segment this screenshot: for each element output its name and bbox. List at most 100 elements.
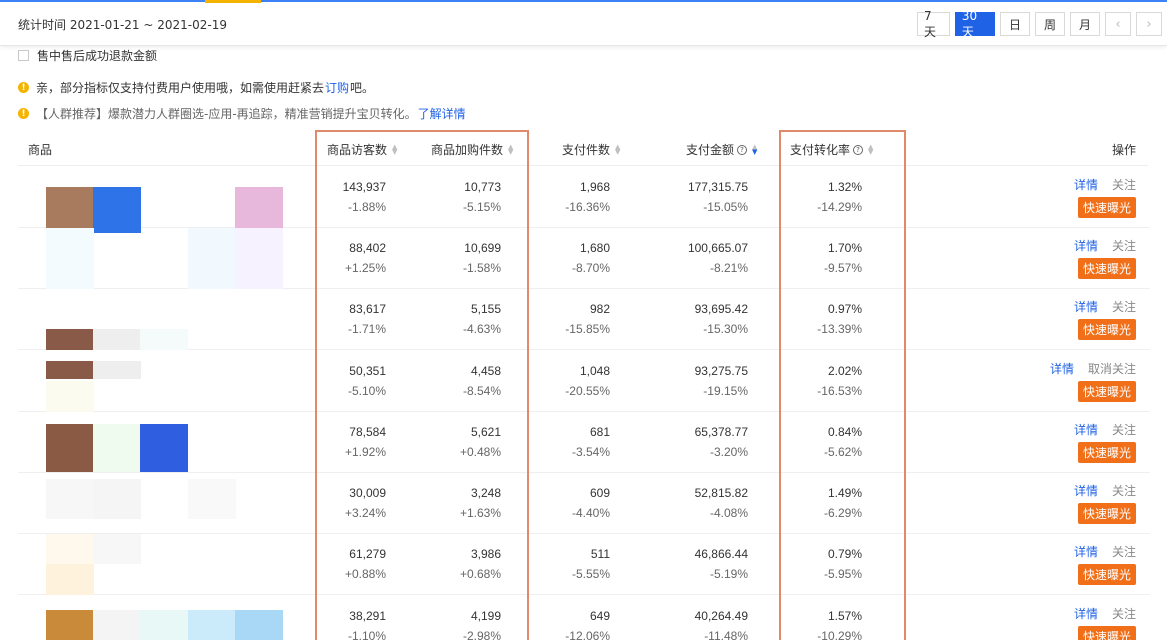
thumbnail-block (46, 564, 94, 595)
follow-link[interactable]: 关注 (1112, 300, 1136, 314)
thumbnail-block (46, 329, 94, 350)
thumbnail-block (235, 187, 283, 233)
col-pay-amount[interactable]: 支付金额? ▲ ▼ (686, 141, 757, 158)
range-day-button[interactable]: 日 (1000, 12, 1030, 36)
pay-items-change: -20.55% (565, 384, 610, 398)
pay-items-change: -8.70% (571, 261, 610, 275)
cart-value: 5,621 (470, 425, 501, 439)
detail-link[interactable]: 详情 (1074, 423, 1098, 437)
thumbnail-block (46, 479, 94, 519)
amount-value: 93,275.75 (694, 364, 748, 378)
detail-link[interactable]: 详情 (1050, 362, 1074, 376)
cart-value: 4,199 (470, 609, 501, 623)
product-thumbnail[interactable] (18, 596, 298, 640)
conversion-change: -6.29% (823, 506, 862, 520)
learn-more-link[interactable]: 了解详情 (418, 105, 466, 122)
quick-exposure-button[interactable]: 快速曝光 (1077, 381, 1136, 402)
follow-link[interactable]: 关注 (1112, 484, 1136, 498)
after-sale-option[interactable]: 售中售后成功退款金额 (18, 46, 157, 64)
notice-suffix: 吧。 (350, 81, 375, 95)
paid-feature-notice: ! 亲，部分指标仅支持付费用户使用哦，如需使用赶紧去 订购 吧。 (18, 79, 374, 96)
product-thumbnail[interactable] (18, 228, 298, 289)
table-row: 30,009 +3.24% 3,248 +1.63% 609 -4.40% 52,815.8… (18, 473, 1150, 534)
sort-icon[interactable]: ▲ ▼ (615, 143, 620, 155)
cart-value: 4,458 (470, 364, 501, 378)
detail-link[interactable]: 详情 (1074, 300, 1098, 314)
pay-items-cell: 1,968 -16.36% (565, 177, 610, 217)
product-thumbnail[interactable] (18, 167, 298, 233)
after-sale-checkbox[interactable] (18, 49, 29, 61)
range-week-button[interactable]: 周 (1035, 12, 1065, 36)
conversion-cell: 1.32% -14.29% (817, 177, 862, 217)
follow-link[interactable]: 关注 (1112, 239, 1136, 253)
amount-change: -3.20% (709, 445, 748, 459)
next-period-button[interactable]: › (1136, 12, 1162, 36)
quick-exposure-button[interactable]: 快速曝光 (1077, 564, 1136, 585)
quick-exposure-button[interactable]: 快速曝光 (1077, 319, 1136, 340)
cart-cell: 5,621 +0.48% (460, 422, 501, 462)
conversion-cell: 0.79% -5.95% (824, 544, 862, 584)
table-row: 50,351 -5.10% 4,458 -8.54% 1,048 -20.55% 93,27… (18, 351, 1150, 412)
detail-link[interactable]: 详情 (1074, 545, 1098, 559)
follow-link[interactable]: 关注 (1112, 545, 1136, 559)
stats-header: 统计时间 2021-01-21 ~ 2021-02-19 7天 30天 日 周 … (0, 2, 1167, 46)
quick-exposure-button[interactable]: 快速曝光 (1077, 197, 1136, 218)
table-row: 143,937 -1.88% 10,773 -5.15% 1,968 -16.36% 177… (18, 167, 1150, 233)
help-icon[interactable]: ? (853, 144, 864, 155)
detail-link[interactable]: 详情 (1074, 178, 1098, 192)
pay-items-change: -4.40% (571, 506, 610, 520)
detail-link[interactable]: 详情 (1074, 484, 1098, 498)
quick-exposure-button[interactable]: 快速曝光 (1077, 258, 1136, 279)
range-month-button[interactable]: 月 (1070, 12, 1100, 36)
cart-cell: 4,458 -8.54% (463, 361, 501, 401)
prev-period-button[interactable]: ‹ (1105, 12, 1131, 36)
sort-icon[interactable]: ▲ ▼ (508, 143, 513, 155)
amount-change: -5.19% (709, 567, 748, 581)
conversion-cell: 1.70% -9.57% (824, 238, 862, 278)
amount-change: -19.15% (703, 384, 748, 398)
pay-items-change: -5.55% (571, 567, 610, 581)
warning-icon: ! (18, 108, 29, 119)
quick-exposure-button[interactable]: 快速曝光 (1077, 626, 1136, 640)
quick-exposure-button[interactable]: 快速曝光 (1077, 503, 1136, 524)
thumbnail-block (46, 228, 94, 289)
follow-link[interactable]: 关注 (1112, 178, 1136, 192)
subscribe-link[interactable]: 订购 (325, 79, 349, 96)
range-7d-button[interactable]: 7天 (917, 9, 950, 39)
product-thumbnail[interactable] (18, 534, 298, 595)
follow-link[interactable]: 关注 (1112, 607, 1136, 621)
detail-link[interactable]: 详情 (1074, 239, 1098, 253)
cart-value: 3,248 (470, 486, 501, 500)
amount-change: -15.30% (703, 322, 748, 336)
col-pay-items[interactable]: 支付件数 ▲ ▼ (562, 141, 620, 158)
visitors-change: +3.24% (344, 506, 386, 520)
visitors-change: +0.88% (344, 567, 386, 581)
product-thumbnail[interactable] (18, 351, 298, 412)
quick-exposure-button[interactable]: 快速曝光 (1077, 442, 1136, 463)
product-thumbnail[interactable] (18, 412, 298, 473)
pay-items-change: -16.36% (565, 200, 610, 214)
range-30d-button[interactable]: 30天 (954, 9, 995, 39)
product-thumbnail[interactable] (18, 289, 298, 350)
visitors-change: -1.88% (347, 200, 386, 214)
follow-link[interactable]: 关注 (1112, 423, 1136, 437)
detail-link[interactable]: 详情 (1074, 607, 1098, 621)
follow-link[interactable]: 取消关注 (1088, 362, 1136, 376)
sort-icon[interactable]: ▲ ▼ (752, 143, 757, 155)
col-visitors[interactable]: 商品访客数 ▲ ▼ (327, 141, 397, 158)
col-cart[interactable]: 商品加购件数 ▲ ▼ (431, 141, 513, 158)
table-row: 78,584 +1.92% 5,621 +0.48% 681 -3.54% 65,378.7… (18, 412, 1150, 473)
row-actions: 详情 关注快速曝光 (1046, 482, 1136, 524)
visitors-value: 78,584 (349, 425, 386, 439)
product-thumbnail[interactable] (18, 473, 298, 534)
visitors-value: 88,402 (349, 241, 386, 255)
help-icon[interactable]: ? (737, 144, 748, 155)
thumbnail-block (188, 610, 236, 640)
sort-icon[interactable]: ▲ ▼ (392, 143, 397, 155)
sort-icon[interactable]: ▲ ▼ (868, 143, 873, 155)
pay-items-value: 511 (590, 547, 610, 561)
conversion-cell: 2.02% -16.53% (817, 361, 862, 401)
pay-items-change: -12.06% (565, 629, 610, 640)
col-conversion[interactable]: 支付转化率? ▲ ▼ (790, 141, 873, 158)
cart-value: 3,986 (470, 547, 501, 561)
